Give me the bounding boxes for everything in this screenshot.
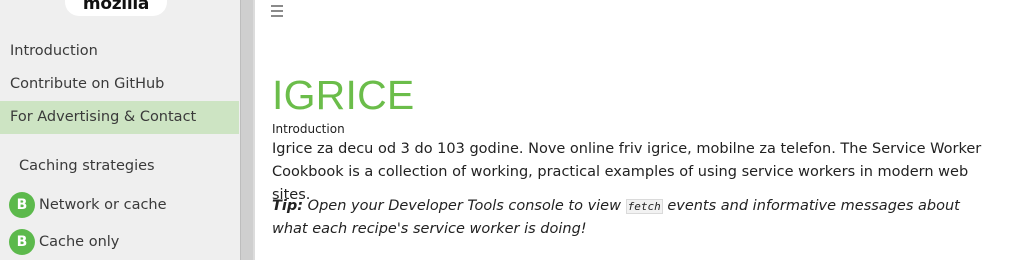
recipe-label: Cache only (39, 234, 120, 250)
sidebar: mozilla Introduction Contribute on GitHu… (0, 0, 240, 260)
section-title-caching-strategies: Caching strategies (19, 158, 155, 174)
tip-text-before: Open your Developer Tools console to vie… (307, 198, 621, 214)
nav-item-advertising-contact[interactable]: For Advertising & Contact (0, 101, 239, 134)
tip-paragraph: Tip: Open your Developer Tools console t… (272, 195, 982, 241)
recipe-label: Network or cache (39, 197, 167, 213)
nav-item-introduction[interactable]: Introduction (0, 35, 239, 68)
sidebar-scrollbar[interactable] (240, 0, 253, 260)
beginner-badge-icon: B (9, 229, 35, 255)
recipe-cache-only[interactable]: B Cache only (9, 229, 119, 255)
mozilla-logo[interactable]: mozilla (65, 0, 167, 16)
nav-item-contribute-github[interactable]: Contribute on GitHub (0, 68, 239, 101)
logo-text: mozilla (82, 0, 150, 14)
recipe-network-or-cache[interactable]: B Network or cache (9, 192, 167, 218)
fetch-code: fetch (625, 199, 663, 214)
hamburger-icon[interactable] (271, 5, 284, 19)
beginner-badge-icon: B (9, 192, 35, 218)
page-title: IGRICE (272, 72, 415, 118)
divider (253, 0, 255, 260)
tip-label: Tip: (272, 198, 304, 214)
page-subtitle: Introduction (272, 122, 345, 136)
